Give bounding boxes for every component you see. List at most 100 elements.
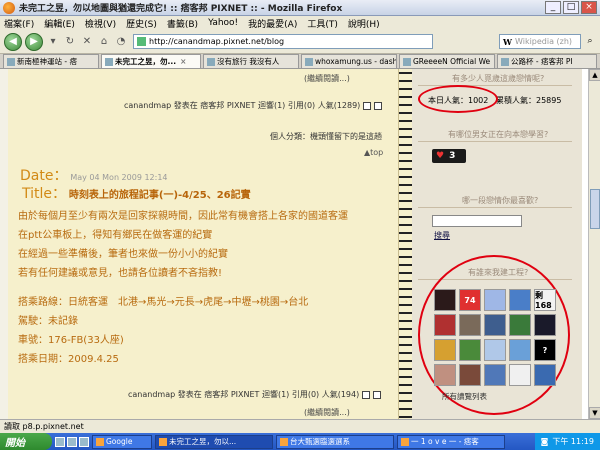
sidebar-search-input[interactable]	[432, 215, 522, 227]
friend-avatar[interactable]	[509, 314, 531, 336]
body-line: 駕駛：未記錄	[18, 316, 78, 327]
firefox-icon	[401, 437, 409, 446]
navigation-toolbar: ◀ ▶ ▾ ↻ ✕ ⌂ ◔ http://canandmap.pixnet.ne…	[0, 30, 600, 54]
friend-avatar[interactable]	[434, 289, 456, 311]
quicklaunch-icon[interactable]	[79, 436, 89, 447]
task-google[interactable]: Google	[92, 434, 152, 449]
tab-5[interactable]: GReeeeN Official We	[399, 54, 495, 68]
friend-avatar[interactable]	[459, 364, 481, 386]
tab-4[interactable]: whoxamung.us - dash	[301, 54, 397, 68]
edit-icon[interactable]	[362, 390, 371, 399]
menu-file[interactable]: 檔案(F)	[4, 17, 34, 30]
title-label: Title：	[22, 186, 67, 202]
task-label: 台大甄選臨選選系	[290, 437, 350, 446]
search-box[interactable]: W Wikipedia (zh)	[499, 34, 581, 49]
friend-avatar[interactable]	[434, 339, 456, 361]
friend-avatar[interactable]	[484, 339, 506, 361]
scrollbar[interactable]: ▲ ▼	[588, 69, 600, 419]
rss-icon[interactable]: ◔	[114, 35, 128, 49]
task-firefox-3[interactable]: 一 1 o v e 一 - 痞客	[397, 434, 505, 449]
scroll-thumb[interactable]	[590, 189, 600, 229]
friend-avatar[interactable]	[484, 289, 506, 311]
tab-6[interactable]: 公路杯 - 痞客邦 PI	[497, 54, 597, 68]
menu-bookmarks[interactable]: 書籤(B)	[167, 17, 198, 30]
friend-avatar[interactable]	[434, 314, 456, 336]
app-icon	[96, 437, 104, 446]
menu-help[interactable]: 說明(H)	[348, 17, 380, 30]
body-line: 在經過一些準備後，筆者也來做一份小小的紀實	[18, 249, 228, 260]
window-titlebar: 未完工之昱，勿以地圖與猶還完成它! :: 痞客邦 PIXNET :: - Moz…	[0, 0, 600, 16]
menu-view[interactable]: 檢視(V)	[85, 17, 116, 30]
body-line: 若有任何建議或意見，也請各位讀者不吝指教!	[18, 268, 223, 279]
tray-icon[interactable]: ◙	[541, 437, 549, 446]
task-label: 未完工之昱，勿以...	[169, 437, 237, 446]
post-category[interactable]: 個人分類：機頭懂留下的是這趟	[270, 131, 382, 142]
start-button[interactable]: 開始	[0, 433, 52, 450]
menu-edit[interactable]: 編輯(E)	[44, 17, 75, 30]
page-content: (繼續閱讀...) canandmap 發表在 痞客邦 PIXNET 迴響(1)…	[0, 69, 600, 419]
friend-avatar[interactable]	[484, 364, 506, 386]
stop-icon[interactable]: ✕	[80, 35, 94, 49]
menu-tools[interactable]: 工具(T)	[307, 17, 338, 30]
edit-icon[interactable]	[363, 101, 372, 110]
home-icon[interactable]: ⌂	[97, 35, 111, 49]
friend-avatar[interactable]: ?	[534, 339, 556, 361]
friend-avatar[interactable]: 剩168	[534, 289, 556, 311]
task-firefox[interactable]: 未完工之昱，勿以...	[155, 434, 273, 449]
body-line: 搭乘路線：日統客運 北港→馬光→元長→虎尾→中壢→桃園→台北	[18, 297, 309, 308]
tab-label: 沒有旅行 我沒有人	[217, 57, 280, 66]
address-bar[interactable]: http://canandmap.pixnet.net/blog	[133, 34, 433, 49]
delete-icon[interactable]	[373, 390, 382, 399]
friend-avatar[interactable]	[459, 314, 481, 336]
friend-avatar[interactable]	[509, 339, 531, 361]
friend-avatar[interactable]: 74	[459, 289, 481, 311]
blog-paper: (繼續閱讀...) canandmap 發表在 痞客邦 PIXNET 迴響(1)…	[8, 69, 398, 419]
quicklaunch-icon[interactable]	[67, 436, 77, 447]
poll-heading: 哪一段戀情你最喜歡?	[462, 196, 539, 205]
tab-1[interactable]: 新南極神運站 - 痞	[3, 54, 99, 68]
close-button[interactable]: ×	[581, 1, 597, 14]
dropdown-icon[interactable]: ▾	[46, 35, 60, 49]
friend-avatar[interactable]	[434, 364, 456, 386]
friend-avatar[interactable]	[484, 314, 506, 336]
scroll-up-icon[interactable]: ▲	[589, 69, 600, 81]
status-bar: 讀取 p8.p.pixnet.net	[0, 419, 600, 433]
post-meta: canandmap 發表在 痞客邦 PIXNET 迴響(1) 引用(0) 人氣(…	[128, 389, 382, 400]
body-line: 在ptt公車板上，得知有鄉民在做客運的紀實	[18, 230, 213, 241]
menu-history[interactable]: 歷史(S)	[126, 17, 157, 30]
search-button[interactable]: 搜尋	[434, 230, 450, 241]
friend-avatar[interactable]	[509, 289, 531, 311]
tab-3[interactable]: 沒有旅行 我沒有人	[203, 54, 299, 68]
post-title[interactable]: 時刻表上的旅程記事(一)-4/25、26記實	[69, 190, 251, 201]
sidebar: 有多少人覓歲這歲戀情呢? 本日人氣：1002 累積人氣：25895 有哪位男女正…	[412, 69, 582, 419]
tab-2-active[interactable]: 未完工之昱，勿... ×	[101, 54, 201, 68]
read-more-link[interactable]: (繼續閱讀...)	[304, 407, 350, 418]
date-label: Date：	[20, 168, 68, 184]
notebook-spiral	[398, 69, 412, 419]
site-favicon	[137, 37, 146, 46]
friend-avatar[interactable]	[534, 364, 556, 386]
friend-avatar[interactable]	[459, 339, 481, 361]
forward-arrow-icon[interactable]: ▶	[25, 32, 43, 51]
window-controls: _ □ ×	[545, 1, 597, 14]
delete-icon[interactable]	[374, 101, 383, 110]
minimize-button[interactable]: _	[545, 1, 561, 14]
menu-yahoo[interactable]: Yahoo!	[208, 18, 238, 28]
search-go-icon[interactable]: ⌕	[584, 34, 596, 49]
online-heading: 有哪位男女正在向本戀學習?	[448, 130, 549, 139]
friend-avatar[interactable]	[509, 364, 531, 386]
maximize-button[interactable]: □	[563, 1, 579, 14]
quicklaunch-icon[interactable]	[55, 436, 65, 447]
back-arrow-icon[interactable]: ◀	[4, 32, 22, 51]
firefox-icon	[280, 437, 288, 446]
reload-icon[interactable]: ↻	[63, 35, 77, 49]
scroll-down-icon[interactable]: ▼	[589, 407, 600, 419]
tab-favicon	[7, 57, 15, 66]
task-firefox-2[interactable]: 台大甄選臨選選系	[276, 434, 394, 449]
friend-avatar[interactable]	[534, 314, 556, 336]
read-more-link[interactable]: (繼續閱讀...)	[304, 73, 350, 84]
all-list-link[interactable]: 所有讀覽列表	[442, 391, 487, 402]
tab-close-icon[interactable]: ×	[180, 57, 186, 66]
menu-favorites[interactable]: 我的最愛(A)	[248, 17, 297, 30]
top-link[interactable]: ▲top	[364, 148, 383, 157]
